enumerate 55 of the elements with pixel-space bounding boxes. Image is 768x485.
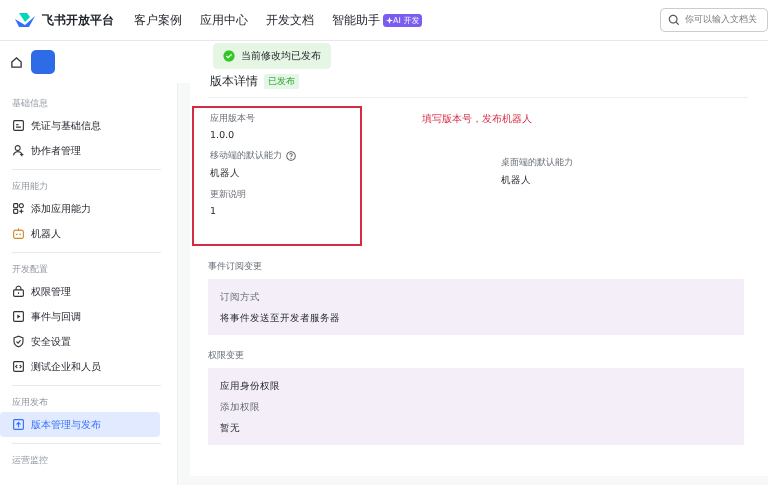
sparkle-icon [386, 16, 393, 24]
section-heading: 运营监控 [11, 454, 49, 468]
panel-title: 应用身份权限 [220, 380, 281, 393]
grid-plus-icon [12, 202, 25, 215]
section-heading: 权限变更 [208, 350, 245, 362]
field-label: 更新说明 [210, 188, 246, 201]
id-card-icon [12, 119, 25, 132]
field-value: 机器人 [501, 174, 532, 187]
section-heading: 开发配置 [11, 264, 49, 277]
field-label: 添加权限 [220, 401, 261, 414]
sidebar-item[interactable]: 添加应用能力 [0, 196, 160, 221]
field-value: 将事件发送至开发者服务器 [220, 312, 341, 325]
sidebar-item[interactable]: 凭证与基础信息 [0, 113, 160, 138]
sidebar-item[interactable]: 版本管理与发布 [0, 412, 160, 437]
field-value: 1.0.0 [210, 130, 236, 141]
code-square-icon [12, 360, 25, 373]
section-heading: 应用发布 [11, 396, 49, 410]
ai-badge: AI 开发 [383, 14, 422, 26]
sidebar-item[interactable]: 机器人 [0, 221, 160, 246]
app-icon [31, 50, 55, 74]
toast-text: 当前修改均已发布 [241, 50, 321, 63]
field-value: 暂无 [220, 422, 241, 435]
field-label: 应用版本号 [210, 112, 255, 125]
check-circle-icon [223, 50, 235, 62]
nav-link[interactable]: 智能助手 [332, 12, 380, 28]
play-square-icon [12, 310, 25, 323]
brand-name[interactable]: 飞书开放平台 [42, 12, 114, 28]
field-label: 桌面端的默认能力 [501, 156, 573, 169]
robot-icon [12, 227, 25, 240]
sidebar-item[interactable]: 测试企业和人员 [0, 354, 160, 379]
field-value: 机器人 [210, 167, 241, 180]
sidebar-item[interactable]: 事件与回调 [0, 304, 160, 329]
sidebar-item[interactable]: 协作者管理 [0, 138, 160, 163]
field-label: 移动端的默认能力 [210, 150, 282, 162]
field-label: 订阅方式 [220, 291, 261, 304]
status-tag: 已发布 [264, 74, 299, 88]
section-heading: 基础信息 [11, 98, 49, 111]
shield-check-icon [12, 335, 25, 348]
field-value: 1 [210, 206, 218, 217]
annotation-text: 填写版本号，发布机器人 [422, 112, 533, 126]
sidebar-item[interactable]: 安全设置 [0, 329, 160, 354]
sidebar-item[interactable]: 权限管理 [0, 279, 160, 304]
lock-icon [12, 285, 25, 298]
section-heading: 应用能力 [11, 180, 49, 194]
search-icon [668, 14, 680, 26]
nav-link[interactable]: 客户案例 [134, 12, 182, 28]
upload-square-icon [12, 418, 25, 431]
nav-link[interactable]: 开发文档 [266, 12, 314, 28]
nav-link[interactable]: 应用中心 [200, 12, 248, 28]
search-field[interactable]: 你可以输入文档关 [660, 8, 768, 32]
logo-icon [14, 11, 36, 29]
user-plus-icon [12, 144, 25, 157]
home-icon [10, 56, 23, 68]
section-heading: 事件订阅变更 [208, 260, 263, 273]
section-title: 版本详情 [210, 72, 258, 90]
